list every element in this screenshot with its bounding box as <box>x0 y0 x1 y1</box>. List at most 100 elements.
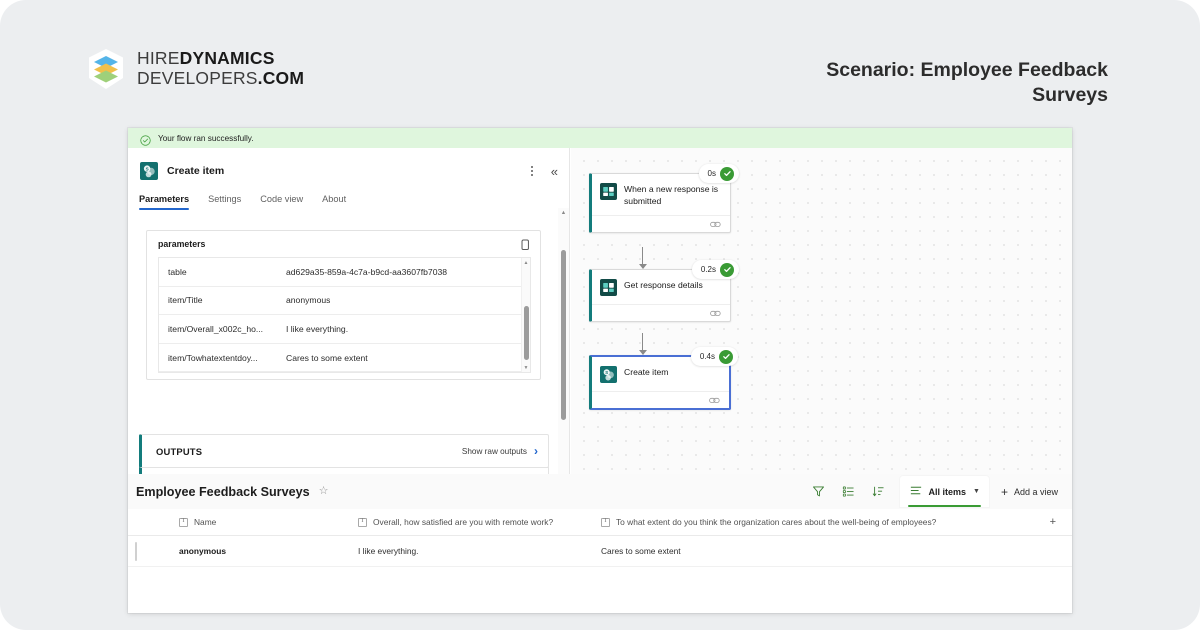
parameters-table: table ad629a35-859a-4c7a-b9cd-aa3607fb70… <box>158 257 531 373</box>
column-header-satisfaction[interactable]: Overall, how satisfied are you with remo… <box>358 517 601 527</box>
brand-wordmark: HIREDYNAMICS DEVELOPERS.COM <box>137 49 304 88</box>
scroll-thumb[interactable] <box>524 306 529 360</box>
flow-node-status-badge: 0.2s <box>691 260 739 279</box>
column-header-label: To what extent do you think the organiza… <box>616 517 937 527</box>
flow-node-trigger[interactable]: 0s When a new response is submitted <box>589 164 739 234</box>
parameter-key: item/Title <box>168 295 203 306</box>
chevron-right-icon: › <box>534 444 538 458</box>
tab-settings[interactable]: Settings <box>208 194 241 210</box>
text-column-icon <box>358 517 367 527</box>
flow-connector <box>638 333 647 355</box>
success-check-icon <box>719 349 733 364</box>
action-pane-header: S Create item « <box>128 148 569 194</box>
microsoft-forms-icon <box>600 183 617 200</box>
flow-node-status-badge: 0.4s <box>690 347 738 366</box>
add-a-view-button[interactable]: + Add a view <box>1001 486 1058 498</box>
scroll-up-arrow-icon[interactable]: ▲ <box>522 258 530 267</box>
svg-text:S: S <box>605 370 608 375</box>
page-root: HIREDYNAMICS DEVELOPERS.COM Scenario: Em… <box>0 0 1200 630</box>
flow-node-footer <box>592 215 730 232</box>
scroll-up-arrow-icon[interactable]: ▲ <box>558 208 569 218</box>
scroll-thumb[interactable] <box>561 250 566 420</box>
table-row[interactable]: anonymous I like everything. Cares to so… <box>128 536 1072 567</box>
link-icon[interactable] <box>710 304 721 322</box>
double-chevron-left-icon[interactable]: « <box>551 165 558 178</box>
tab-parameters[interactable]: Parameters <box>139 194 190 210</box>
flow-success-text: Your flow ran successfully. <box>158 133 254 143</box>
list-format-icon[interactable] <box>834 476 864 507</box>
add-column-icon[interactable]: + <box>1050 516 1056 528</box>
tab-code-view[interactable]: Code view <box>260 194 303 210</box>
action-pane-tabs: Parameters Settings Code view About <box>128 194 569 220</box>
cell-name: anonymous <box>179 546 226 556</box>
success-check-icon <box>720 262 734 277</box>
parameter-value: ad629a35-859a-4c7a-b9cd-aa3607fb7038 <box>286 266 448 277</box>
row-selection-rail <box>135 542 137 561</box>
microsoft-forms-icon <box>600 279 617 296</box>
filter-icon[interactable] <box>804 476 834 507</box>
list-toolbar: All items ▼ + Add a view <box>804 474 1065 509</box>
flow-success-banner: Your flow ran successfully. <box>128 128 1072 148</box>
parameters-table-scrollbar[interactable]: ▲ ▼ <box>521 258 530 372</box>
link-icon[interactable] <box>709 391 720 409</box>
svg-text:S: S <box>146 167 149 172</box>
outputs-section[interactable]: OUTPUTS Show raw outputs › <box>139 434 549 468</box>
brand-developers: DEVELOPERS <box>137 68 258 88</box>
parameter-value: I like everything. <box>286 323 349 334</box>
parameters-panel-header: parameters <box>147 231 540 257</box>
page-header: HIREDYNAMICS DEVELOPERS.COM Scenario: Em… <box>0 0 1200 120</box>
scroll-down-arrow-icon[interactable]: ▼ <box>522 363 530 372</box>
parameters-label: parameters <box>158 239 206 249</box>
link-icon[interactable] <box>710 215 721 233</box>
view-selector[interactable]: All items ▼ <box>899 476 989 507</box>
flow-node-duration: 0s <box>707 169 716 178</box>
parameter-value: anonymous <box>286 295 331 306</box>
flow-node-create-item[interactable]: 0.4s S Create item <box>589 347 738 410</box>
copy-icon[interactable] <box>520 238 531 250</box>
parameter-row: item/Towhatextentdoy... Cares to some ex… <box>159 344 530 372</box>
designer-upper-area: S Create item « Parameters Settings Code… <box>128 148 1072 474</box>
view-lines-icon <box>910 483 922 501</box>
column-header-wellbeing[interactable]: To what extent do you think the organiza… <box>601 517 1031 527</box>
success-check-icon <box>720 166 734 181</box>
show-raw-outputs-link[interactable]: Show raw outputs › <box>462 445 538 457</box>
outputs-next-section-peek <box>139 467 549 474</box>
flow-node-duration: 0.2s <box>700 265 716 274</box>
list-title: Employee Feedback Surveys <box>136 484 310 499</box>
brand-line-2: DEVELOPERS.COM <box>137 68 304 89</box>
parameters-panel: parameters table ad629a35-859a-4c7a-b9cd… <box>146 230 541 380</box>
add-a-view-label: Add a view <box>1013 486 1058 497</box>
flow-node-duration: 0.4s <box>699 352 715 361</box>
brand-line-1: HIREDYNAMICS <box>137 49 304 69</box>
hiredynamics-logo-icon <box>86 48 126 90</box>
parameter-key: item/Overall_x002c_ho... <box>168 323 264 334</box>
text-column-icon <box>601 517 610 527</box>
parameter-key: table <box>168 266 187 277</box>
plus-icon: + <box>1000 484 1008 499</box>
action-details-pane: S Create item « Parameters Settings Code… <box>128 148 570 474</box>
column-header-name[interactable]: Name <box>128 517 358 527</box>
cell-wellbeing: Cares to some extent <box>601 546 681 556</box>
tab-about[interactable]: About <box>322 194 346 210</box>
flow-node-label: When a new response is submitted <box>624 184 719 206</box>
chevron-down-icon: ▼ <box>973 488 980 495</box>
sharepoint-list-section: Employee Feedback Surveys ☆ All items ▼ … <box>128 474 1072 613</box>
brand-logo: HIREDYNAMICS DEVELOPERS.COM <box>86 48 304 90</box>
flow-node-label: Get response details <box>624 280 703 290</box>
brand-dynamics: DYNAMICS <box>179 48 275 69</box>
star-icon[interactable]: ☆ <box>319 486 329 497</box>
action-pane-scrollbar[interactable]: ▲ <box>558 208 569 474</box>
sharepoint-icon: S <box>600 366 617 383</box>
text-column-icon <box>179 517 188 527</box>
more-vertical-icon[interactable] <box>527 164 537 178</box>
flow-node-status-badge: 0s <box>698 164 739 183</box>
parameter-key: item/Towhatextentdoy... <box>168 352 258 363</box>
brand-hire: HIRE <box>137 48 180 69</box>
flow-node-label: Create item <box>624 367 669 377</box>
flow-node-get-response-details[interactable]: 0.2s Get response details <box>589 260 739 322</box>
sort-icon[interactable] <box>864 476 894 507</box>
parameter-row: table ad629a35-859a-4c7a-b9cd-aa3607fb70… <box>159 258 530 287</box>
flow-canvas[interactable]: 0s When a new response is submitted 0.2s… <box>571 148 1072 474</box>
cell-satisfaction: I like everything. <box>358 546 419 556</box>
outputs-label: OUTPUTS <box>156 445 203 457</box>
